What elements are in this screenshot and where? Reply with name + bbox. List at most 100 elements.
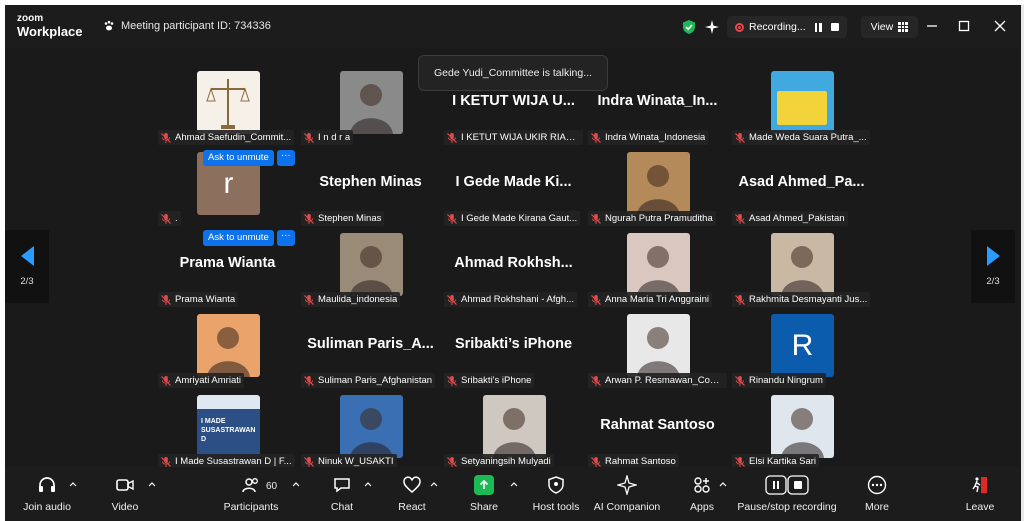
- participant-tile[interactable]: Setyaningsih Mulyadi: [442, 393, 585, 471]
- react-button[interactable]: React: [395, 475, 429, 515]
- participant-tile[interactable]: Asad Ahmed_Pa... Asad Ahmed_Pakistan: [730, 150, 873, 228]
- participant-avatar: [483, 395, 546, 458]
- react-label: React: [398, 501, 426, 513]
- participant-name-label: Prama Wianta: [175, 294, 236, 305]
- shield-check-icon[interactable]: [681, 19, 697, 35]
- participant-display-name: Indra Winata_In...: [597, 93, 718, 109]
- host-tools-button[interactable]: Host tools: [532, 475, 580, 515]
- muted-microphone-icon: [447, 132, 457, 143]
- participant-tile[interactable]: Ahmad Saefudin_Commit...: [156, 69, 299, 147]
- participant-tile[interactable]: Anna Maria Tri Anggraini: [586, 231, 729, 309]
- stop-icon[interactable]: [830, 23, 839, 31]
- leave-button[interactable]: Leave: [965, 475, 995, 515]
- chevron-up-icon[interactable]: [430, 481, 438, 487]
- logo-small-text: zoom: [17, 13, 44, 24]
- participant-tile[interactable]: R Rinandu Ningrum: [730, 312, 873, 390]
- participant-tile[interactable]: Maulida_indonesia: [299, 231, 442, 309]
- chevron-up-icon[interactable]: [292, 481, 300, 487]
- participant-display-name: Sribakti’s iPhone: [454, 336, 573, 352]
- participant-tile[interactable]: Suliman Paris_A... Suliman Paris_Afghanis…: [299, 312, 442, 390]
- participant-name-tag: Ahmad Rokhshani - Afgh...: [444, 292, 578, 307]
- chevron-up-icon[interactable]: [148, 481, 156, 487]
- participant-name-tag: Anna Maria Tri Anggraini: [588, 292, 713, 307]
- ask-to-unmute-button[interactable]: Ask to unmute: [203, 230, 274, 246]
- participant-avatar: [197, 314, 260, 377]
- participant-tile[interactable]: Rakhmita Desmayanti Jus...: [730, 231, 873, 309]
- participant-tile[interactable]: I MADE SUSASTRAWAN D I Made Susastrawan D…: [156, 393, 299, 471]
- participant-name-label: Indra Winata_Indonesia: [605, 132, 706, 143]
- chevron-up-icon[interactable]: [510, 481, 518, 487]
- participant-name-label: I Gede Made Kirana Gaut...: [461, 213, 578, 224]
- arrow-left-icon: [20, 246, 34, 266]
- participant-tile[interactable]: Stephen Minas Stephen Minas: [299, 150, 442, 228]
- meeting-id[interactable]: Meeting participant ID: 734336: [103, 20, 271, 32]
- share-button[interactable]: Share: [469, 475, 499, 515]
- participant-tile[interactable]: Sribakti’s iPhone Sribakti's iPhone: [442, 312, 585, 390]
- pause-stop-icon: [765, 475, 809, 495]
- ai-spark-icon[interactable]: [705, 20, 719, 34]
- participant-tile[interactable]: Made Weda Suara Putra_...: [730, 69, 873, 147]
- more-button[interactable]: More: [862, 475, 892, 515]
- previous-page-button[interactable]: 2/3: [5, 230, 49, 303]
- pause-icon[interactable]: [814, 22, 822, 32]
- participant-name-tag: Suliman Paris_Afghanistan: [301, 373, 436, 388]
- participant-name-label: Rahmat Santoso: [605, 456, 676, 467]
- chat-label: Chat: [330, 501, 354, 513]
- join-audio-button[interactable]: Join audio: [21, 475, 73, 515]
- minimize-icon[interactable]: [924, 18, 940, 34]
- chevron-up-icon[interactable]: [69, 481, 77, 487]
- pause-stop-recording-button[interactable]: Pause/stop recording: [736, 475, 838, 515]
- zoom-logo: zoom Workplace: [17, 13, 83, 39]
- participant-name-tag: I KETUT WIJA UKIR RIANA...: [444, 130, 583, 145]
- people-icon: [242, 478, 258, 493]
- chat-button[interactable]: Chat: [327, 475, 357, 515]
- participant-avatar: [771, 233, 834, 296]
- participant-tile[interactable]: Elsi Kartika Sari: [730, 393, 873, 471]
- muted-microphone-icon: [447, 294, 457, 305]
- next-page-button[interactable]: 2/3: [971, 230, 1015, 303]
- leave-door-icon: [972, 477, 987, 493]
- join-audio-label: Join audio: [23, 501, 71, 513]
- maximize-icon[interactable]: [956, 18, 972, 34]
- participant-name-label: Setyaningsih Mulyadi: [461, 456, 551, 467]
- muted-microphone-icon: [447, 456, 457, 467]
- muted-microphone-icon: [161, 294, 171, 305]
- video-button[interactable]: Video: [107, 475, 143, 515]
- close-icon[interactable]: [992, 18, 1008, 34]
- participants-label: Participants: [223, 501, 279, 513]
- participant-name-label: Asad Ahmed_Pakistan: [749, 213, 845, 224]
- muted-microphone-icon: [735, 456, 745, 467]
- participant-tile[interactable]: Arwan P. Resmawan_Com...: [586, 312, 729, 390]
- tile-more-button[interactable]: ···: [276, 230, 295, 246]
- participant-name-label: Elsi Kartika Sari: [749, 456, 817, 467]
- participant-name-tag: I Gede Made Kirana Gaut...: [444, 211, 581, 226]
- muted-microphone-icon: [304, 375, 314, 386]
- participant-tile[interactable]: Rahmat Santoso Rahmat Santoso: [586, 393, 729, 471]
- apps-button[interactable]: Apps: [687, 475, 717, 515]
- avatar-banner-text: I MADE SUSASTRAWAN D: [201, 418, 256, 443]
- chevron-up-icon[interactable]: [719, 481, 727, 487]
- muted-microphone-icon: [161, 132, 171, 143]
- muted-microphone-icon: [735, 132, 745, 143]
- logo-big-text: Workplace: [17, 24, 83, 39]
- participant-tile[interactable]: I Gede Made Ki... I Gede Made Kirana Gaut…: [442, 150, 585, 228]
- participant-name-label: Amriyati Amriati: [175, 375, 241, 386]
- chevron-up-icon[interactable]: [364, 481, 372, 487]
- ask-to-unmute-button[interactable]: Ask to unmute: [203, 150, 274, 166]
- arrow-right-icon: [986, 246, 1000, 266]
- participant-tile[interactable]: Amriyati Amriati: [156, 312, 299, 390]
- participant-tile[interactable]: Ninuk W_USAKTI: [299, 393, 442, 471]
- tile-more-button[interactable]: ···: [276, 150, 295, 166]
- muted-microphone-icon: [591, 213, 601, 224]
- ai-companion-button[interactable]: AI Companion: [593, 475, 661, 515]
- participant-tile[interactable]: Ahmad Rokhsh... Ahmad Rokhshani - Afgh...: [442, 231, 585, 309]
- participant-display-name: Rahmat Santoso: [600, 417, 715, 433]
- participant-avatar: R: [771, 314, 834, 377]
- participant-tile[interactable]: Ngurah Putra Pramuditha: [586, 150, 729, 228]
- view-button[interactable]: View: [860, 16, 918, 38]
- page-indicator-right: 2/3: [986, 276, 1000, 287]
- muted-microphone-icon: [161, 213, 171, 224]
- participant-name-label: Rinandu Ningrum: [749, 375, 823, 386]
- title-bar: zoom Workplace Meeting participant ID: 7…: [5, 5, 1021, 47]
- recording-indicator[interactable]: Recording...: [727, 16, 847, 38]
